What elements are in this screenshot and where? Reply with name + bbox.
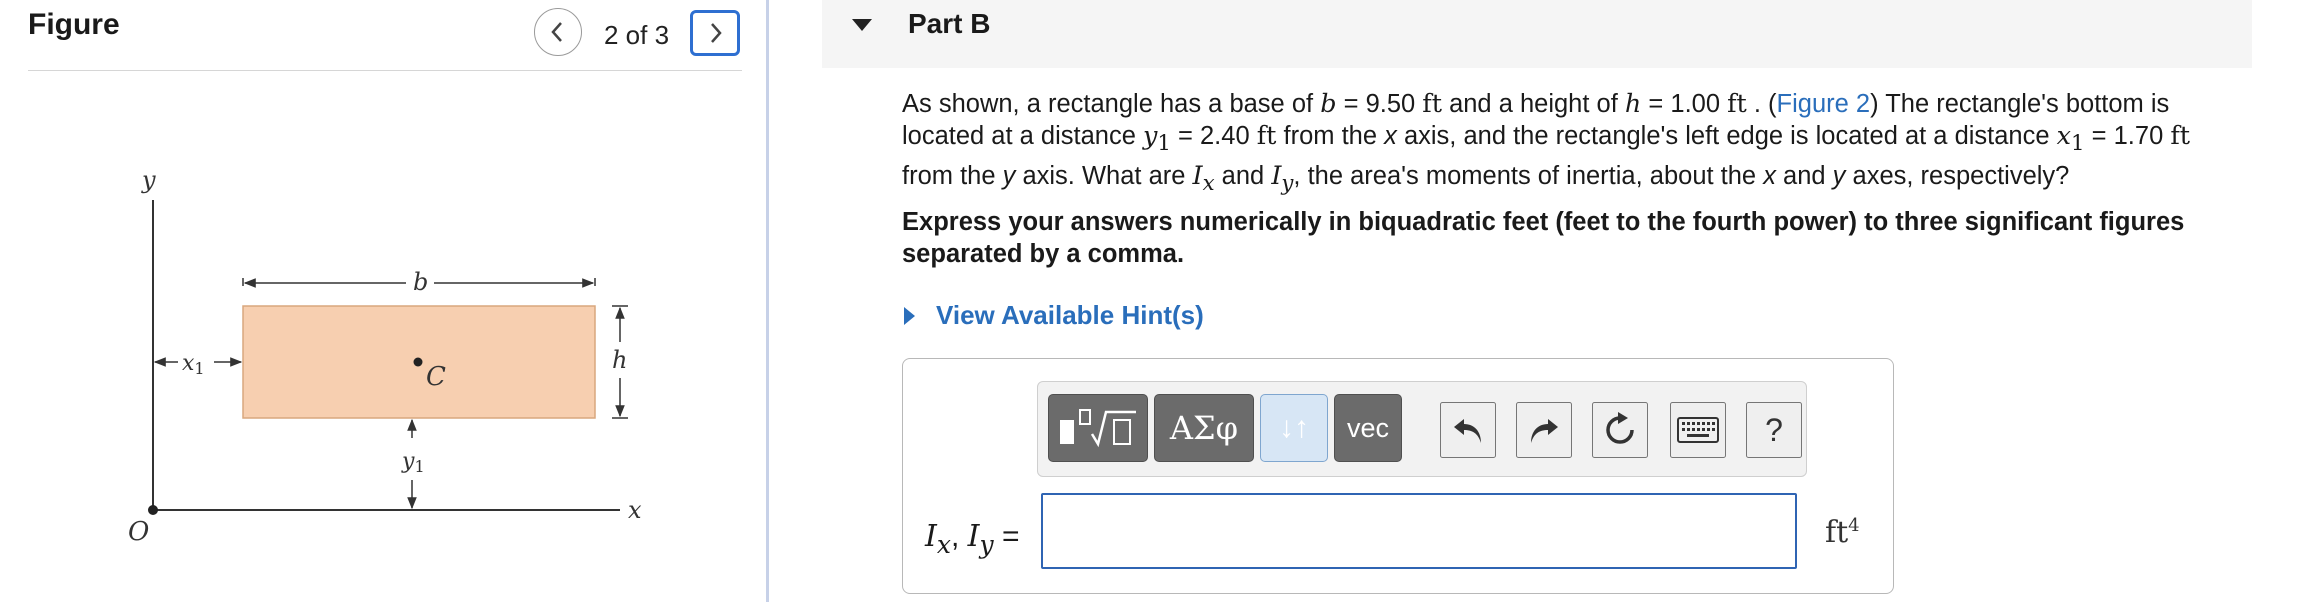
part-title: Part B <box>908 8 991 39</box>
undo-button[interactable] <box>1440 402 1496 458</box>
origin-point <box>148 505 158 515</box>
chevron-right-icon <box>711 23 722 43</box>
x1-label: x1 <box>182 351 205 378</box>
answer-instructions: Express your answers numerically in biqu… <box>902 208 2185 268</box>
answer-unit: ft4 <box>1825 515 1860 550</box>
greek-symbols-button[interactable]: ΑΣφ <box>1154 394 1254 462</box>
caret-right-icon <box>904 306 915 325</box>
hints-toggle[interactable]: View Available Hint(s) <box>902 300 1204 331</box>
redo-icon <box>1531 419 1558 443</box>
keyboard-icon <box>1677 417 1719 443</box>
help-button[interactable]: ? <box>1746 402 1802 458</box>
figure-panel: Figure 2 of 3 y x O C b h x1 y1 <box>0 0 766 602</box>
y1-label: y1 <box>401 449 425 476</box>
reset-icon <box>1606 412 1634 444</box>
caret-down-icon <box>852 19 872 31</box>
origin-label: O <box>128 517 149 547</box>
answer-label: Ix, Iy = <box>925 519 1020 559</box>
previous-figure-button[interactable] <box>534 8 582 56</box>
figure-title: Figure <box>28 8 120 41</box>
answer-box: ΑΣφ ↓↑ vec ? Ix, Iy = ft4 <box>902 358 1894 594</box>
chevron-left-icon <box>551 22 562 42</box>
x-axis-label: x <box>628 496 642 524</box>
answer-input[interactable] <box>1041 493 1797 569</box>
undo-icon <box>1454 419 1481 443</box>
centroid-point <box>413 357 423 367</box>
keyboard-button[interactable] <box>1670 402 1726 458</box>
rectangle-diagram: y x O C b h x1 y1 <box>128 166 642 547</box>
figure-link[interactable]: Figure 2 <box>1777 90 1871 118</box>
hints-label[interactable]: View Available Hint(s) <box>936 300 1204 331</box>
next-figure-button[interactable] <box>690 10 740 56</box>
centroid-label: C <box>426 362 446 392</box>
figure-divider <box>28 70 742 71</box>
y-axis-label: y <box>141 166 156 194</box>
panel-divider[interactable] <box>766 0 769 602</box>
templates-button[interactable] <box>1048 394 1148 462</box>
base-label: b <box>413 268 428 296</box>
reset-button[interactable] <box>1592 402 1648 458</box>
question-text: As shown, a rectangle has a base of b = … <box>902 89 2191 197</box>
subscript-superscript-button[interactable]: ↓↑ <box>1260 394 1328 462</box>
math-toolbar: ΑΣφ ↓↑ vec ? <box>1037 381 1807 477</box>
vector-button[interactable]: vec <box>1334 394 1402 462</box>
templates-icon <box>1060 409 1136 448</box>
redo-button[interactable] <box>1516 402 1572 458</box>
part-header[interactable]: Part B <box>822 0 2252 68</box>
figure-pagination: 2 of 3 <box>604 20 670 50</box>
height-label: h <box>612 346 627 374</box>
